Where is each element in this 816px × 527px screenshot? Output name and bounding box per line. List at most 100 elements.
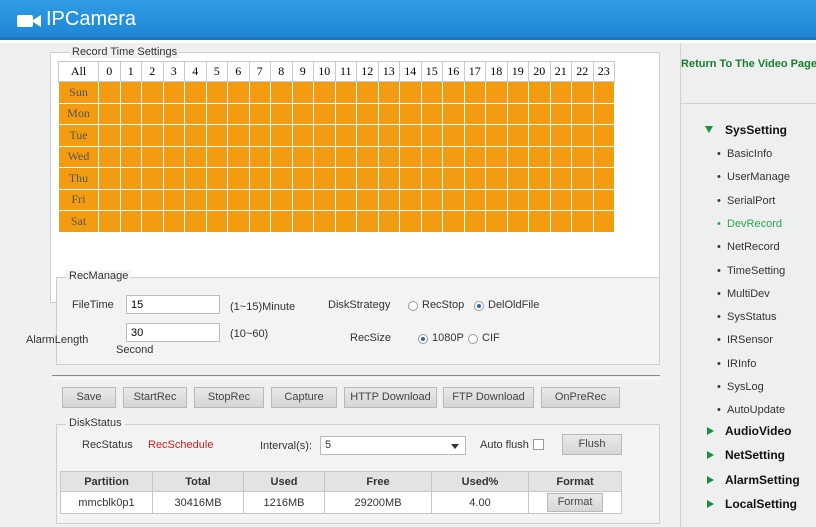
- schedule-cell[interactable]: [506, 188, 529, 211]
- schedule-cell[interactable]: [141, 124, 164, 147]
- schedule-cell[interactable]: [227, 81, 250, 104]
- schedule-cell[interactable]: [184, 102, 207, 125]
- stoprec-button[interactable]: StopRec: [194, 387, 264, 408]
- day-label[interactable]: Tue: [58, 124, 99, 147]
- schedule-cell[interactable]: [592, 145, 615, 168]
- schedule-cell[interactable]: [227, 124, 250, 147]
- schedule-cell[interactable]: [184, 81, 207, 104]
- schedule-cell[interactable]: [399, 210, 422, 233]
- ftp-download-button[interactable]: FTP Download: [443, 387, 534, 408]
- schedule-cell[interactable]: [485, 124, 508, 147]
- schedule-cell[interactable]: [571, 145, 594, 168]
- schedule-cell[interactable]: [227, 188, 250, 211]
- schedule-cell[interactable]: [270, 81, 293, 104]
- schedule-cell[interactable]: [442, 210, 465, 233]
- schedule-cell[interactable]: [291, 102, 314, 125]
- day-label[interactable]: Wed: [58, 145, 99, 168]
- schedule-cell[interactable]: [141, 81, 164, 104]
- day-label[interactable]: Sat: [58, 210, 99, 233]
- schedule-cell[interactable]: [248, 167, 271, 190]
- day-label[interactable]: Fri: [58, 188, 99, 211]
- schedule-cell[interactable]: [98, 210, 121, 233]
- schedule-cell[interactable]: [485, 210, 508, 233]
- schedule-cell[interactable]: [356, 124, 379, 147]
- hour-header[interactable]: 10: [313, 61, 336, 82]
- schedule-cell[interactable]: [420, 102, 443, 125]
- hour-header[interactable]: 12: [356, 61, 379, 82]
- schedule-cell[interactable]: [184, 188, 207, 211]
- schedule-cell[interactable]: [227, 167, 250, 190]
- size-cif-radio[interactable]: [468, 334, 478, 344]
- schedule-cell[interactable]: [463, 188, 486, 211]
- schedule-cell[interactable]: [571, 81, 594, 104]
- sidebar-section-netsetting[interactable]: NetSetting: [725, 448, 785, 462]
- schedule-cell[interactable]: [119, 124, 142, 147]
- schedule-cell[interactable]: [227, 210, 250, 233]
- schedule-cell[interactable]: [528, 145, 551, 168]
- schedule-cell[interactable]: [313, 188, 336, 211]
- schedule-cell[interactable]: [356, 210, 379, 233]
- hour-header[interactable]: 1: [119, 61, 142, 82]
- hour-header[interactable]: 6: [227, 61, 250, 82]
- sidebar-section-syssetting[interactable]: SysSetting: [725, 123, 787, 137]
- schedule-cell[interactable]: [98, 102, 121, 125]
- schedule-cell[interactable]: [442, 145, 465, 168]
- schedule-cell[interactable]: [98, 145, 121, 168]
- schedule-cell[interactable]: [205, 188, 228, 211]
- schedule-cell[interactable]: [98, 188, 121, 211]
- hour-header[interactable]: 8: [270, 61, 293, 82]
- schedule-cell[interactable]: [334, 102, 357, 125]
- hour-header[interactable]: 4: [184, 61, 207, 82]
- schedule-cell[interactable]: [248, 145, 271, 168]
- filetime-input[interactable]: [126, 295, 220, 314]
- sidebar-item-basicinfo[interactable]: BasicInfo: [717, 148, 772, 160]
- schedule-cell[interactable]: [549, 210, 572, 233]
- schedule-cell[interactable]: [485, 81, 508, 104]
- schedule-cell[interactable]: [442, 124, 465, 147]
- schedule-cell[interactable]: [141, 210, 164, 233]
- flush-button[interactable]: Flush: [562, 434, 622, 455]
- hour-header[interactable]: 20: [528, 61, 551, 82]
- hour-header[interactable]: 14: [399, 61, 422, 82]
- schedule-cell[interactable]: [334, 210, 357, 233]
- schedule-cell[interactable]: [549, 188, 572, 211]
- sidebar-item-timesetting[interactable]: TimeSetting: [717, 265, 785, 277]
- schedule-cell[interactable]: [98, 81, 121, 104]
- schedule-cell[interactable]: [162, 81, 185, 104]
- schedule-cell[interactable]: [356, 102, 379, 125]
- schedule-cell[interactable]: [227, 102, 250, 125]
- schedule-cell[interactable]: [528, 124, 551, 147]
- hour-header[interactable]: 17: [463, 61, 486, 82]
- recstop-radio[interactable]: [408, 301, 418, 311]
- schedule-cell[interactable]: [463, 145, 486, 168]
- day-label[interactable]: Thu: [58, 167, 99, 190]
- schedule-cell[interactable]: [313, 167, 336, 190]
- schedule-cell[interactable]: [420, 124, 443, 147]
- sidebar-item-irsensor[interactable]: IRSensor: [717, 334, 773, 346]
- hour-header[interactable]: 23: [592, 61, 615, 82]
- schedule-cell[interactable]: [184, 124, 207, 147]
- schedule-cell[interactable]: [506, 102, 529, 125]
- schedule-cell[interactable]: [291, 124, 314, 147]
- schedule-cell[interactable]: [119, 145, 142, 168]
- schedule-cell[interactable]: [270, 210, 293, 233]
- schedule-cell[interactable]: [571, 167, 594, 190]
- schedule-cell[interactable]: [571, 124, 594, 147]
- schedule-cell[interactable]: [248, 81, 271, 104]
- hour-header[interactable]: 3: [162, 61, 185, 82]
- hour-header[interactable]: 7: [248, 61, 271, 82]
- schedule-cell[interactable]: [270, 124, 293, 147]
- schedule-cell[interactable]: [528, 188, 551, 211]
- schedule-cell[interactable]: [506, 167, 529, 190]
- schedule-cell[interactable]: [549, 167, 572, 190]
- schedule-cell[interactable]: [420, 145, 443, 168]
- startrec-button[interactable]: StartRec: [123, 387, 187, 408]
- schedule-cell[interactable]: [291, 210, 314, 233]
- schedule-cell[interactable]: [119, 188, 142, 211]
- schedule-cell[interactable]: [205, 145, 228, 168]
- schedule-cell[interactable]: [334, 188, 357, 211]
- hour-header[interactable]: 21: [549, 61, 572, 82]
- schedule-cell[interactable]: [571, 210, 594, 233]
- schedule-cell[interactable]: [571, 102, 594, 125]
- schedule-cell[interactable]: [356, 81, 379, 104]
